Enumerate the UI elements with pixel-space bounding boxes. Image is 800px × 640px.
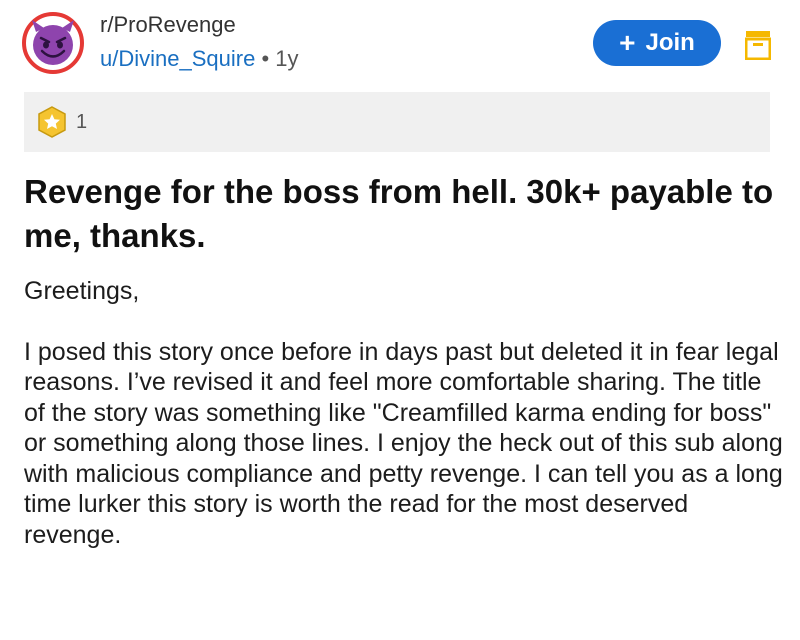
star-award-icon[interactable] (36, 106, 68, 138)
author-name[interactable]: u/Divine_Squire (100, 46, 255, 71)
join-label: Join (645, 29, 695, 56)
post-body-paragraph: I posed this story once before in days p… (24, 337, 783, 549)
award-count: 1 (76, 110, 88, 133)
plus-icon: + (619, 27, 636, 58)
post-body: Greetings, I posed this story once befor… (24, 276, 784, 550)
author-line: u/Divine_Squire • 1y (100, 44, 299, 74)
award-bar: 1 (24, 92, 770, 152)
post-greeting: Greetings, (24, 277, 140, 305)
meta-separator: • (261, 46, 270, 71)
subreddit-name[interactable]: r/ProRevenge (100, 10, 299, 40)
post-age: 1y (275, 46, 299, 71)
save-icon[interactable] (745, 30, 771, 60)
post-header: r/ProRevenge u/Divine_Squire • 1y + Join (0, 0, 800, 84)
post-title[interactable]: Revenge for the boss from hell. 30k+ pay… (24, 170, 784, 258)
post-meta: r/ProRevenge u/Divine_Squire • 1y (100, 10, 299, 74)
subreddit-avatar[interactable] (22, 12, 84, 74)
devil-emoji-icon (32, 20, 74, 65)
join-button[interactable]: + Join (593, 20, 721, 66)
